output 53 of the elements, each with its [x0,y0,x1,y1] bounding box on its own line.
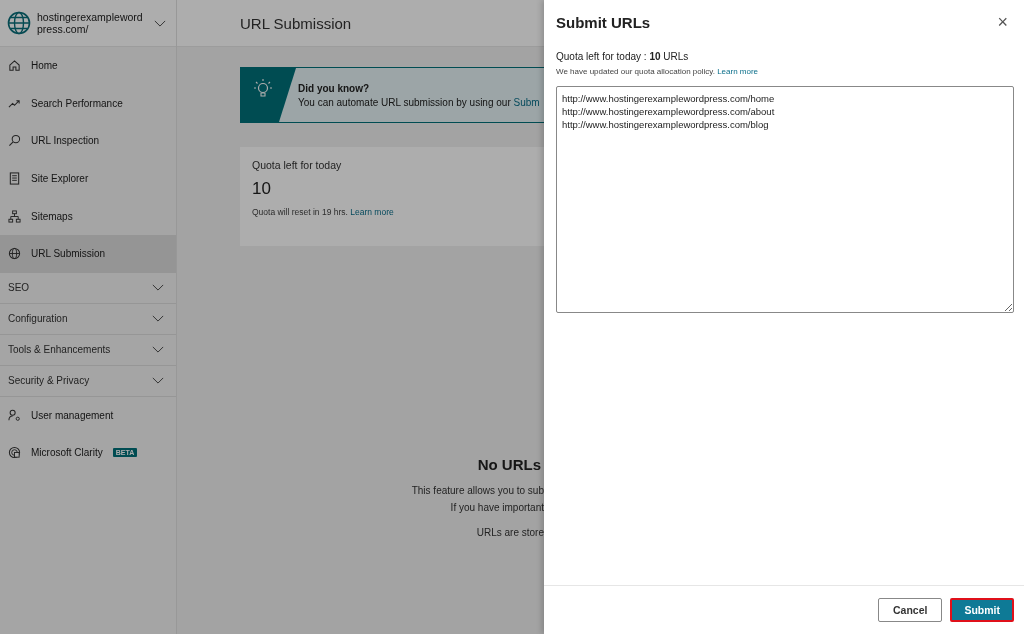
chevron-down-icon [152,346,164,354]
nav-section[interactable]: Tools & Enhancements [0,334,176,366]
chevron-down-icon [152,315,164,323]
nav-item[interactable]: Home [0,47,176,85]
nav-item[interactable]: Site Explorer [0,159,176,198]
nav-label: URL Submission [31,248,106,260]
nav-label: Search Performance [31,97,123,109]
nav-section[interactable]: Configuration [0,303,176,335]
search-icon [8,134,21,148]
quota-text: Quota left for today : 10 URLs [556,51,690,62]
nav-section[interactable]: Security & Privacy [0,365,176,397]
site-name: hostingerexamplewordpress.com/ [37,11,144,35]
nav-item[interactable]: User management [0,396,176,435]
policy-text: We have updated our quota allocation policy. Learn more [556,67,760,76]
learn-more-link[interactable]: Learn more [717,67,759,76]
document-icon [8,172,21,186]
dialog-title: Submit URLs [556,14,651,31]
page-title: URL Submission [177,0,544,47]
nav-item[interactable]: Search Performance [0,84,176,123]
nav-label: Microsoft Clarity [31,447,103,459]
tip-text: You can automate URL submission by using our Subm [298,96,540,108]
card-title: Quota left for today [252,159,343,171]
nav-label: Home [31,60,58,72]
empty-text: If you have important [450,502,544,513]
quota-note: Quota will reset in 19 hrs. Learn more [252,207,395,217]
chevron-down-icon [152,284,164,292]
tip-link[interactable]: Subm [513,96,540,108]
nav-item[interactable]: URL Submission [0,234,176,273]
tip-title: Did you know? [298,82,371,94]
nav-label: Site Explorer [31,173,89,185]
empty-title: No URLs [477,456,542,473]
site-selector[interactable]: hostingerexamplewordpress.com/ [0,0,176,47]
nav-item[interactable]: URL Inspection [0,122,176,160]
chevron-down-icon [152,377,164,385]
cancel-button[interactable]: Cancel [877,598,943,622]
empty-text: URLs are store [476,527,544,538]
chevron-down-icon [154,19,166,27]
quota-value: 10 [252,179,272,199]
submit-button[interactable]: Submit [950,598,1014,622]
globe-icon [7,11,31,35]
close-button[interactable]: × [993,12,1012,33]
learn-more-link[interactable]: Learn more [350,207,394,217]
home-icon [8,59,21,73]
nav-label: Sitemaps [31,210,73,222]
clarity-icon [8,446,21,460]
nav-label: URL Inspection [31,135,99,147]
nav-label: User management [31,409,114,421]
user-icon [8,408,21,422]
nav-item[interactable]: Sitemaps [0,197,176,235]
empty-text: This feature allows you to sub [411,485,544,496]
globe-icon [8,247,21,261]
sitemap-icon [8,209,21,223]
url-input-field[interactable]: http://www.hostingerexamplewordpress.com/home http://www.hostingerexamplewordpress.com/about http://www.hostingerexamplewordpress.com/blog [556,86,1014,313]
